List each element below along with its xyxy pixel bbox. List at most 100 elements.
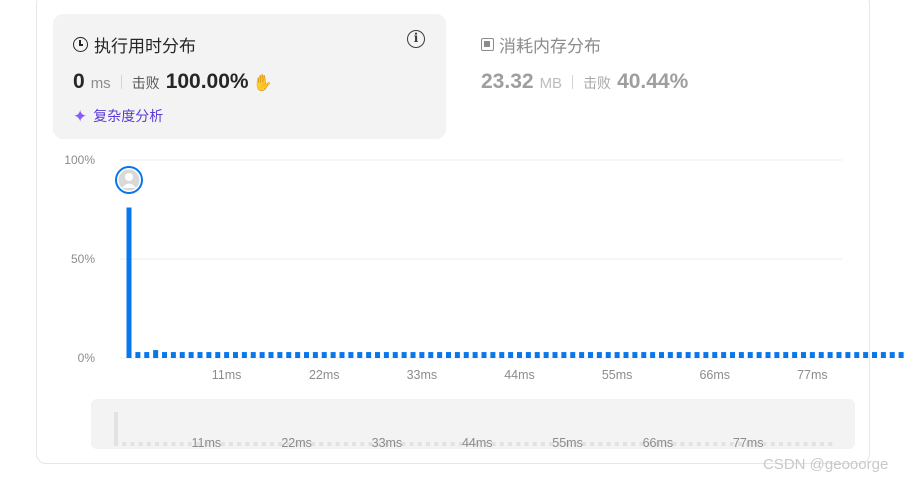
bar[interactable] [463, 352, 469, 358]
bar[interactable] [836, 352, 842, 358]
bar[interactable] [676, 352, 682, 358]
bar[interactable] [880, 352, 886, 358]
bar[interactable] [206, 352, 212, 358]
bar[interactable] [224, 352, 230, 358]
bar[interactable] [685, 352, 691, 358]
bar[interactable] [135, 352, 141, 358]
bar[interactable] [561, 352, 567, 358]
navigator-bar [532, 442, 537, 446]
bar[interactable] [250, 352, 256, 358]
bar[interactable] [153, 350, 159, 358]
bar[interactable] [286, 352, 292, 358]
bar[interactable] [730, 352, 735, 358]
bar[interactable] [241, 352, 247, 358]
bar[interactable] [827, 352, 833, 358]
bar[interactable] [747, 352, 753, 358]
bar[interactable] [552, 352, 558, 358]
bar[interactable] [801, 352, 806, 358]
bar[interactable] [126, 207, 132, 358]
bar[interactable] [543, 352, 549, 358]
bar[interactable] [259, 352, 265, 358]
bar[interactable] [233, 352, 238, 358]
bar[interactable] [517, 352, 522, 358]
bar[interactable] [366, 352, 372, 358]
bar[interactable] [525, 352, 531, 358]
bar[interactable] [339, 352, 345, 358]
bar[interactable] [889, 352, 895, 358]
bar[interactable] [738, 352, 744, 358]
bar[interactable] [703, 352, 709, 358]
bar[interactable] [357, 352, 363, 358]
bar[interactable] [588, 352, 593, 358]
bar[interactable] [437, 352, 443, 358]
bar[interactable] [774, 352, 780, 358]
bar[interactable] [783, 352, 789, 358]
bar[interactable] [490, 352, 496, 358]
bar[interactable] [428, 352, 434, 358]
bar[interactable] [499, 352, 505, 358]
bar[interactable] [144, 352, 150, 358]
bar[interactable] [401, 352, 407, 358]
bar[interactable] [659, 352, 664, 358]
bar[interactable] [534, 352, 540, 358]
bar[interactable] [694, 352, 700, 358]
bar[interactable] [446, 352, 451, 358]
bar[interactable] [170, 352, 176, 358]
x-tick-label: 33ms [407, 368, 438, 382]
bar[interactable] [623, 352, 629, 358]
bar[interactable] [304, 352, 309, 358]
bar[interactable] [277, 352, 283, 358]
bar[interactable] [348, 352, 354, 358]
bar[interactable] [419, 352, 425, 358]
bar[interactable] [721, 352, 727, 358]
bar[interactable] [321, 352, 327, 358]
bar[interactable] [179, 352, 185, 358]
bar[interactable] [854, 352, 860, 358]
navigator-bar [721, 442, 726, 446]
bar[interactable] [330, 352, 336, 358]
bar[interactable] [605, 352, 611, 358]
bar[interactable] [410, 352, 416, 358]
bar[interactable] [845, 352, 851, 358]
bar[interactable] [472, 352, 478, 358]
bar[interactable] [454, 352, 460, 358]
navigator-labels: 11ms 22ms 33ms 44ms 55ms 66ms 77ms [191, 436, 763, 450]
bar[interactable] [809, 352, 815, 358]
bar[interactable] [383, 352, 389, 358]
x-tick-label: 11ms [212, 368, 242, 382]
bar[interactable] [863, 352, 869, 358]
bar[interactable] [712, 352, 718, 358]
bar[interactable] [792, 352, 798, 358]
bar[interactable] [197, 352, 203, 358]
bar[interactable] [312, 352, 318, 358]
bar[interactable] [188, 352, 194, 358]
bar[interactable] [756, 352, 762, 358]
navigator-bar [269, 442, 274, 446]
bar[interactable] [596, 352, 602, 358]
bar[interactable] [375, 352, 380, 358]
bar[interactable] [392, 352, 398, 358]
bar[interactable] [818, 352, 824, 358]
bar[interactable] [481, 352, 487, 358]
navigator-bar [327, 442, 332, 446]
bar[interactable] [295, 352, 301, 358]
bar[interactable] [614, 352, 620, 358]
navigator-bar [434, 442, 439, 446]
navigator-tick-label: 77ms [733, 436, 764, 450]
bar[interactable] [872, 352, 877, 358]
bar[interactable] [508, 352, 514, 358]
bar[interactable] [570, 352, 576, 358]
bar[interactable] [898, 352, 904, 358]
bar[interactable] [765, 352, 771, 358]
navigator-bar [524, 442, 529, 446]
navigator-tick-label: 66ms [643, 436, 674, 450]
bar[interactable] [632, 352, 638, 358]
bar[interactable] [215, 352, 221, 358]
bar[interactable] [162, 352, 167, 358]
bar[interactable] [641, 352, 647, 358]
chart-bars[interactable] [126, 207, 904, 358]
bar[interactable] [667, 352, 673, 358]
bar[interactable] [650, 352, 656, 358]
bar[interactable] [268, 352, 274, 358]
bar[interactable] [579, 352, 585, 358]
